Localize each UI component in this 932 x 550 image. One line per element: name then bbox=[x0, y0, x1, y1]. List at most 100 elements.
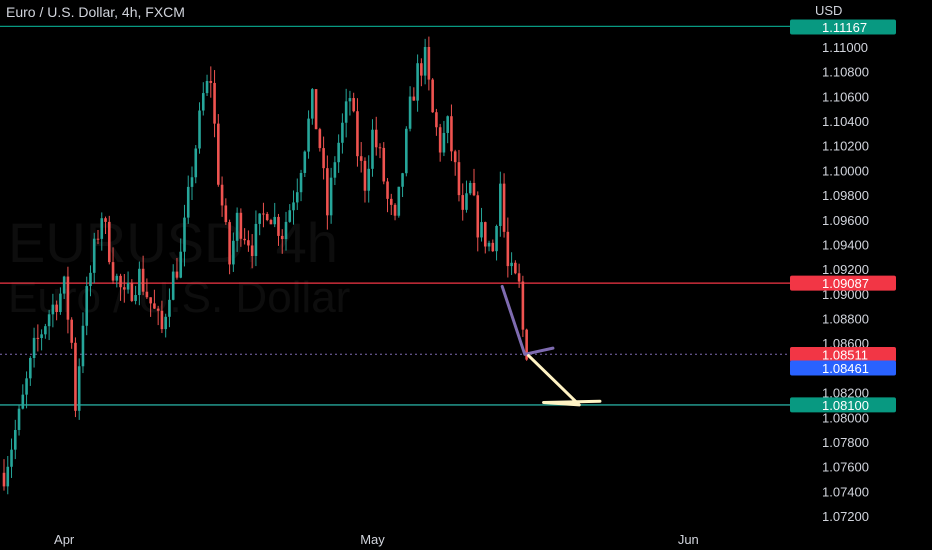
candle-body bbox=[171, 271, 175, 300]
candle-body bbox=[359, 156, 363, 161]
candle-body bbox=[51, 304, 55, 315]
price-axis-tick: 1.09800 bbox=[822, 188, 869, 203]
candle-body bbox=[408, 96, 412, 129]
candle-body bbox=[111, 262, 115, 281]
candle-body bbox=[499, 183, 502, 226]
candle-body bbox=[356, 111, 359, 157]
candle-body bbox=[36, 337, 40, 339]
candle-body bbox=[318, 129, 322, 149]
candle-body bbox=[201, 93, 205, 111]
price-axis-tick: 1.10400 bbox=[822, 114, 869, 129]
candle-body bbox=[295, 192, 299, 203]
candle-body bbox=[491, 242, 495, 252]
symbol-title[interactable]: Euro / U.S. Dollar, 4h, FXCM bbox=[6, 4, 185, 20]
candle-body bbox=[254, 223, 258, 257]
candle-body bbox=[134, 295, 137, 301]
candle-body bbox=[2, 472, 6, 487]
price-axis-unit: USD bbox=[815, 3, 842, 18]
candle-body bbox=[292, 202, 295, 211]
candle-body bbox=[40, 334, 43, 339]
price-axis-tick: 1.09600 bbox=[822, 213, 869, 228]
price-tag-label: 1.11167 bbox=[822, 20, 867, 35]
price-axis-tick: 1.10800 bbox=[822, 65, 869, 80]
candle-body bbox=[66, 276, 70, 320]
candle-body bbox=[397, 186, 401, 216]
candle-body bbox=[288, 210, 292, 222]
candle-body bbox=[483, 222, 487, 247]
candle-body bbox=[521, 281, 525, 330]
candle-body bbox=[352, 98, 355, 112]
time-axis-tick: May bbox=[360, 532, 385, 547]
price-axis-tick: 1.09200 bbox=[822, 262, 869, 277]
price-axis-tick: 1.09400 bbox=[822, 237, 869, 252]
candle-body bbox=[476, 195, 480, 238]
candle-body bbox=[115, 275, 119, 281]
candle-body bbox=[438, 127, 442, 153]
price-axis-tick: 1.10000 bbox=[822, 163, 869, 178]
candle-body bbox=[450, 116, 453, 152]
candle-body bbox=[96, 238, 100, 240]
candle-body bbox=[326, 168, 329, 216]
candle-body bbox=[186, 186, 190, 218]
candle-body bbox=[205, 80, 209, 94]
candle-body bbox=[179, 251, 183, 278]
candle-body bbox=[265, 213, 269, 221]
candle-body bbox=[329, 177, 333, 216]
candle-body bbox=[92, 238, 96, 273]
candle-body bbox=[29, 358, 32, 379]
candle-body bbox=[280, 235, 284, 240]
candle-body bbox=[25, 378, 28, 395]
candle-body bbox=[247, 240, 250, 246]
candle-body bbox=[89, 272, 92, 287]
candle-body bbox=[457, 162, 461, 196]
candle-body bbox=[371, 129, 374, 169]
price-axis-tick: 1.07200 bbox=[822, 509, 869, 524]
candle-body bbox=[401, 173, 404, 187]
candle-body bbox=[213, 82, 216, 124]
candle-body bbox=[514, 262, 517, 274]
candle-body bbox=[472, 182, 476, 196]
price-axis-tick: 1.08800 bbox=[822, 312, 869, 327]
candle-body bbox=[427, 46, 431, 80]
candle-body bbox=[393, 204, 397, 216]
candle-body bbox=[416, 63, 419, 101]
candle-body bbox=[348, 98, 352, 102]
candle-body bbox=[100, 218, 104, 239]
candle-body bbox=[468, 182, 472, 194]
candle-body bbox=[85, 286, 89, 326]
time-axis-tick: Apr bbox=[54, 532, 75, 547]
candle-body bbox=[228, 222, 231, 265]
candle-body bbox=[337, 142, 340, 163]
candle-body bbox=[299, 172, 303, 193]
time-axis-tick: Jun bbox=[678, 532, 699, 547]
candle-body bbox=[420, 63, 423, 76]
price-chart[interactable]: EURUSD, 4h Euro / U.S. Dollar USD1.11000… bbox=[0, 0, 932, 550]
candle-body bbox=[217, 123, 220, 185]
candle-body bbox=[47, 314, 51, 327]
candle-body bbox=[74, 342, 77, 411]
price-axis-tick: 1.07400 bbox=[822, 484, 869, 499]
candle-body bbox=[175, 271, 179, 278]
candle-body bbox=[374, 129, 378, 148]
candle-body bbox=[277, 216, 280, 236]
price-axis-tick: 1.07600 bbox=[822, 460, 869, 475]
candle-body bbox=[232, 240, 235, 265]
candle-body bbox=[32, 337, 36, 359]
candle-body bbox=[284, 221, 288, 240]
candle-body bbox=[55, 304, 58, 312]
candle-body bbox=[13, 429, 17, 450]
candle-body bbox=[480, 222, 483, 238]
candle-body bbox=[405, 128, 408, 174]
candle-body bbox=[510, 262, 513, 267]
candle-body bbox=[130, 282, 134, 301]
candle-body bbox=[183, 217, 186, 252]
candle-body bbox=[44, 326, 47, 335]
candle-body bbox=[502, 183, 506, 232]
candle-body bbox=[62, 276, 66, 294]
candle-body bbox=[311, 89, 314, 119]
candle-body bbox=[145, 291, 149, 298]
candle-body bbox=[333, 162, 337, 178]
candle-body bbox=[77, 366, 81, 411]
candle-body bbox=[123, 287, 126, 290]
candle-body bbox=[224, 205, 228, 223]
